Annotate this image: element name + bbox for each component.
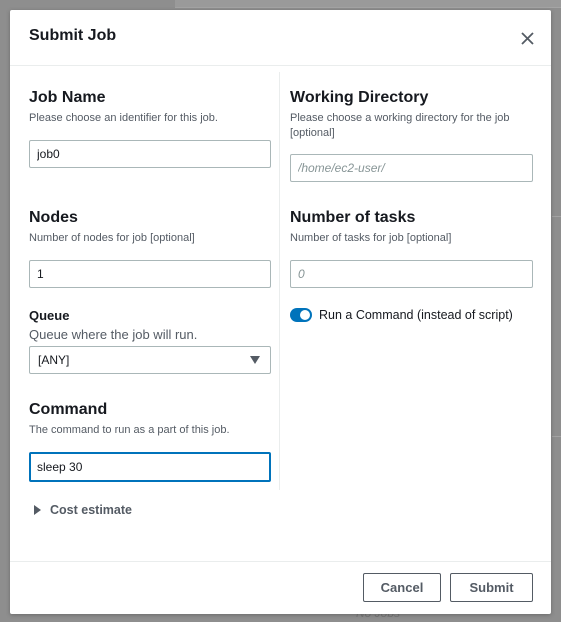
- run-command-toggle-label: Run a Command (instead of script): [319, 308, 513, 322]
- queue-description: Queue where the job will run.: [29, 327, 198, 342]
- submit-button[interactable]: Submit: [450, 573, 533, 602]
- command-field: Command The command to run as a part of …: [29, 400, 230, 438]
- nodes-label: Nodes: [29, 209, 78, 226]
- nodes-input[interactable]: [29, 260, 271, 288]
- close-button[interactable]: [517, 28, 537, 48]
- command-input[interactable]: [29, 452, 271, 482]
- run-command-toggle-row: Run a Command (instead of script): [290, 308, 513, 322]
- modal-header: Submit Job: [10, 10, 551, 66]
- close-icon: [520, 31, 534, 45]
- working-directory-label: Working Directory: [290, 89, 429, 106]
- queue-select[interactable]: [ANY]: [29, 346, 271, 374]
- modal-title: Submit Job: [29, 27, 117, 44]
- modal-footer: Cancel Submit: [10, 561, 551, 614]
- job-name-label: Job Name: [29, 89, 106, 106]
- command-label: Command: [29, 401, 108, 418]
- number-of-tasks-label: Number of tasks: [290, 209, 416, 226]
- number-of-tasks-input[interactable]: [290, 260, 533, 288]
- job-name-field: Job Name Please choose an identifier for…: [29, 88, 218, 126]
- number-of-tasks-field: Number of tasks Number of tasks for job …: [290, 208, 451, 246]
- nodes-field: Nodes Number of nodes for job [optional]: [29, 208, 195, 246]
- background-panel: [175, 0, 561, 8]
- command-description: The command to run as a part of this job…: [29, 424, 230, 436]
- background-divider: [552, 436, 561, 437]
- cost-estimate-label: Cost estimate: [50, 503, 132, 517]
- job-name-input[interactable]: [29, 140, 271, 168]
- toggle-knob: [300, 310, 310, 320]
- submit-job-modal: Submit Job Job Name Please choose an ide…: [10, 10, 551, 614]
- job-name-description: Please choose an identifier for this job…: [29, 112, 218, 124]
- queue-label: Queue: [29, 308, 70, 323]
- number-of-tasks-description: Number of tasks for job [optional]: [290, 232, 452, 244]
- queue-selected-value: [ANY]: [38, 353, 70, 367]
- caret-right-icon: [34, 505, 41, 515]
- working-directory-input[interactable]: [290, 154, 533, 182]
- background-divider: [552, 216, 561, 217]
- working-directory-field: Working Directory Please choose a workin…: [290, 88, 540, 141]
- cancel-button[interactable]: Cancel: [363, 573, 441, 602]
- queue-field: Queue Queue where the job will run.: [29, 308, 197, 342]
- cost-estimate-expander[interactable]: Cost estimate: [34, 503, 132, 517]
- column-divider: [279, 72, 280, 490]
- run-command-toggle[interactable]: [290, 308, 312, 322]
- nodes-description: Number of nodes for job [optional]: [29, 232, 195, 244]
- chevron-down-icon: [250, 356, 260, 364]
- working-directory-description: Please choose a working directory for th…: [290, 112, 510, 139]
